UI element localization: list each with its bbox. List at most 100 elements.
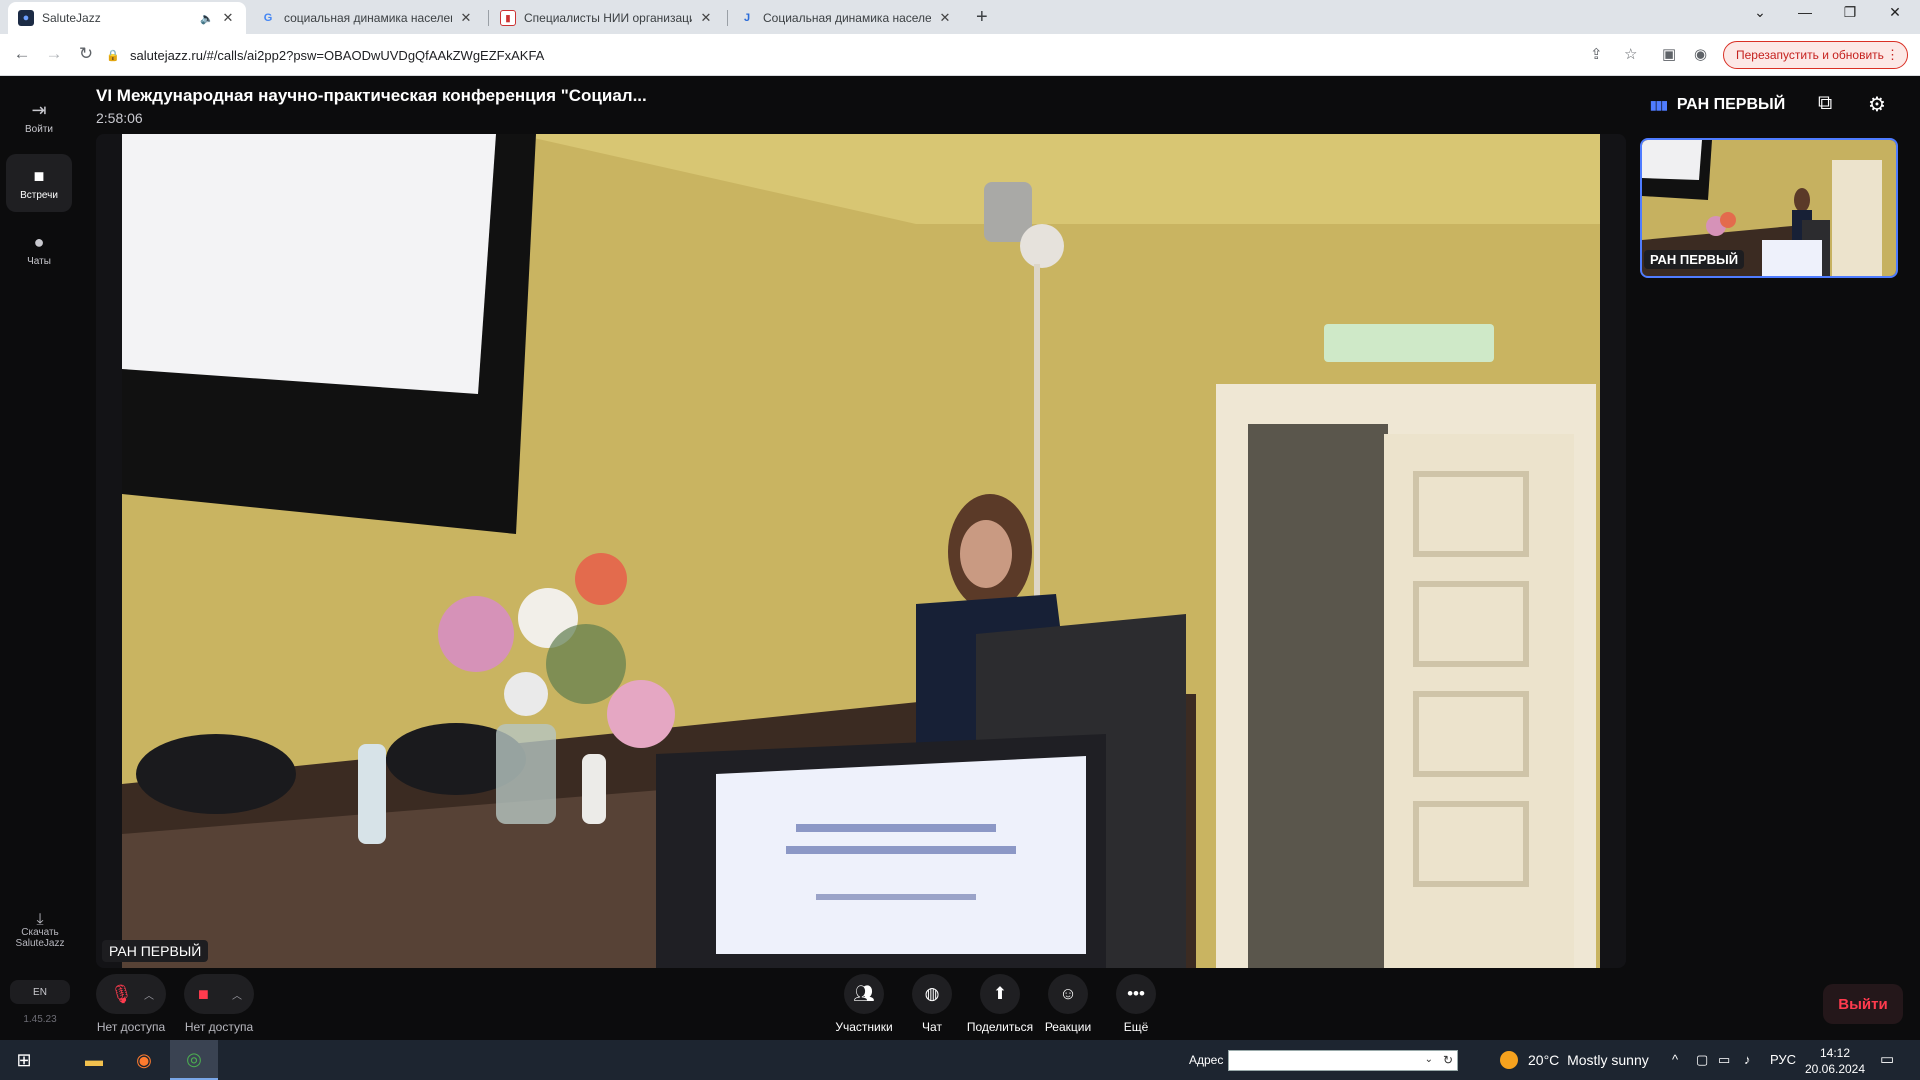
left-rail: ⇥ Войти ■ Встречи ● Чаты ⤓ Скачать Salut… bbox=[0, 76, 80, 1040]
close-tab-icon[interactable]: ✕ bbox=[937, 10, 953, 26]
system-clock[interactable]: 14:12 20.06.2024 bbox=[1800, 1045, 1870, 1077]
rail-item-meetings[interactable]: ■ Встречи bbox=[6, 154, 72, 212]
share-page-icon[interactable]: ⇪ bbox=[1590, 45, 1603, 63]
tab-title: социальная динамика населения bbox=[284, 11, 452, 25]
tab-title: Социальная динамика населения bbox=[763, 11, 931, 25]
file-explorer-icon[interactable]: ▬ bbox=[70, 1040, 118, 1080]
microphone-status-label: Нет доступа bbox=[96, 1020, 166, 1034]
url-text: salutejazz.ru/#/calls/ai2pp2?psw=OBAODwU… bbox=[130, 47, 545, 63]
language-switch[interactable]: EN bbox=[10, 980, 70, 1004]
document-icon: ▮ bbox=[500, 10, 516, 26]
network-icon[interactable]: ▭ bbox=[1718, 1052, 1730, 1068]
j-icon: J bbox=[743, 12, 751, 24]
video-participant-name: РАН ПЕРВЫЙ bbox=[102, 940, 209, 962]
download-label-app: SaluteJazz bbox=[15, 938, 65, 949]
weather-temperature: 20°C bbox=[1528, 1052, 1560, 1068]
address-toolbar-label: Адрес bbox=[1189, 1053, 1224, 1067]
thumbnail-participant-name: РАН ПЕРВЫЙ bbox=[1644, 250, 1745, 269]
leave-call-button[interactable]: Выйти bbox=[1823, 984, 1903, 1024]
windows-taskbar: ⊞ ▬ ◉ ◎ Адрес ⌄ ↻ 20°C Mostly sunny ^ ▢ … bbox=[0, 1040, 1920, 1080]
more-control[interactable]: ••• Ещё bbox=[1096, 974, 1176, 1034]
microphone-off-icon: 🎙︎ bbox=[110, 983, 133, 1004]
download-icon: ⤓ bbox=[36, 911, 44, 928]
rail-item-chats[interactable]: ● Чаты bbox=[6, 220, 72, 278]
participants-icon: 👥︎ bbox=[844, 974, 884, 1014]
microphone-button[interactable]: 🎙︎ ︿ bbox=[96, 974, 166, 1014]
login-icon: ⇥ bbox=[31, 99, 47, 120]
weather-description: Mostly sunny bbox=[1567, 1052, 1649, 1068]
more-icon: ••• bbox=[1116, 974, 1156, 1014]
notifications-icon[interactable]: ▭ bbox=[1880, 1050, 1894, 1068]
active-speaker-indicator: ▮▮▮ РАН ПЕРВЫЙ bbox=[1650, 96, 1785, 114]
volume-icon[interactable]: ♪ bbox=[1744, 1052, 1751, 1067]
chat-label: Чат bbox=[922, 1020, 942, 1034]
video-camera-icon: ■ bbox=[33, 165, 45, 186]
weather-widget[interactable]: 20°C Mostly sunny bbox=[1500, 1051, 1649, 1069]
tab-salutejazz[interactable]: ● SaluteJazz 🔈 ✕ bbox=[8, 2, 246, 34]
relaunch-update-button[interactable]: Перезапустить и обновить ⋮ bbox=[1723, 41, 1908, 69]
new-tab-button[interactable]: + bbox=[976, 6, 988, 29]
browser-tab-strip: ● SaluteJazz 🔈 ✕ G социальная динамика н… bbox=[0, 0, 1920, 34]
chevron-up-icon[interactable]: ︿ bbox=[144, 987, 154, 1002]
go-refresh-icon[interactable]: ↻ bbox=[1443, 1053, 1453, 1067]
meet-now-icon[interactable]: ▢ bbox=[1696, 1052, 1708, 1068]
reactions-label: Реакции bbox=[1044, 1020, 1092, 1034]
menu-dots-icon[interactable]: ⋮ bbox=[1886, 47, 1899, 63]
bookmark-star-icon[interactable]: ☆ bbox=[1624, 45, 1637, 63]
side-panel-icon[interactable]: ▣ bbox=[1662, 45, 1676, 63]
close-tab-icon[interactable]: ✕ bbox=[220, 10, 236, 26]
conference-room-video-frame bbox=[96, 134, 1626, 968]
tab-google-search[interactable]: G социальная динамика населения ✕ bbox=[250, 2, 484, 34]
chevron-up-icon[interactable]: ︿ bbox=[232, 987, 242, 1002]
chevron-down-icon[interactable]: ⌄ bbox=[1425, 1054, 1433, 1065]
tab-specialists[interactable]: ▮ Специалисты НИИ организации ✕ bbox=[490, 2, 724, 34]
share-label: Поделиться bbox=[966, 1020, 1034, 1034]
clock-date: 20.06.2024 bbox=[1804, 1062, 1866, 1076]
rail-item-label: Чаты bbox=[27, 255, 51, 267]
windows-start-icon[interactable]: ⊞ bbox=[0, 1040, 48, 1080]
chat-icon: ◍ bbox=[912, 974, 952, 1014]
audio-level-icon: ▮▮▮ bbox=[1650, 98, 1668, 112]
camera-control: ■ ︿ Нет доступа bbox=[184, 974, 254, 1034]
forward-arrow-icon[interactable]: → bbox=[42, 44, 66, 64]
rail-item-login[interactable]: ⇥ Войти bbox=[6, 88, 72, 146]
camera-off-icon: ■ bbox=[198, 983, 209, 1004]
browser-toolbar: ← → ↻ 🔒 salutejazz.ru/#/calls/ai2pp2?psw… bbox=[0, 34, 1920, 76]
reload-icon[interactable]: ↻ bbox=[74, 44, 98, 64]
active-speaker-name: РАН ПЕРВЫЙ bbox=[1676, 96, 1786, 113]
restore-window-icon[interactable]: ❐ bbox=[1830, 4, 1870, 21]
tray-expand-icon[interactable]: ^ bbox=[1672, 1052, 1678, 1067]
settings-gear-icon[interactable]: ⚙ bbox=[1868, 92, 1886, 117]
clock-time: 14:12 bbox=[1819, 1046, 1851, 1060]
tab-search-icon[interactable]: ⌄ bbox=[1740, 4, 1780, 21]
tab-social-dynamics[interactable]: J Социальная динамика населения ✕ bbox=[729, 2, 963, 34]
address-toolbar-input[interactable]: ⌄ ↻ bbox=[1228, 1050, 1458, 1071]
address-bar[interactable]: 🔒 salutejazz.ru/#/calls/ai2pp2?psw=OBAOD… bbox=[106, 41, 1676, 69]
profile-icon[interactable]: ◉ bbox=[1694, 45, 1707, 63]
microphone-control: 🎙︎ ︿ Нет доступа bbox=[96, 974, 166, 1034]
close-window-icon[interactable]: ✕ bbox=[1875, 4, 1915, 21]
weather-sun-icon bbox=[1500, 1051, 1518, 1069]
close-tab-icon[interactable]: ✕ bbox=[698, 10, 714, 26]
salutejazz-icon: ● bbox=[18, 10, 34, 26]
conference-title: VI Международная научно-практическая кон… bbox=[96, 86, 647, 105]
firefox-icon[interactable]: ◉ bbox=[120, 1040, 168, 1080]
app-version: 1.45.23 bbox=[23, 1014, 57, 1025]
tab-title: Специалисты НИИ организации bbox=[524, 11, 692, 25]
back-arrow-icon[interactable]: ← bbox=[10, 44, 34, 64]
minimize-window-icon[interactable]: — bbox=[1785, 4, 1825, 20]
camera-status-label: Нет доступа bbox=[184, 1020, 254, 1034]
close-tab-icon[interactable]: ✕ bbox=[458, 10, 474, 26]
tab-divider bbox=[488, 10, 489, 26]
rail-item-label: Войти bbox=[25, 123, 53, 135]
google-icon: G bbox=[263, 12, 273, 24]
chat-bubble-icon: ● bbox=[33, 231, 45, 252]
input-language[interactable]: РУС bbox=[1770, 1052, 1796, 1067]
layout-toggle-icon[interactable]: ⧉ bbox=[1818, 92, 1832, 115]
lock-icon: 🔒 bbox=[106, 49, 120, 62]
chrome-icon[interactable]: ◎ bbox=[170, 1040, 218, 1080]
speaker-icon[interactable]: 🔈 bbox=[200, 12, 214, 25]
download-app-button[interactable]: ⤓ Скачать SaluteJazz bbox=[4, 911, 76, 950]
camera-button[interactable]: ■ ︿ bbox=[184, 974, 254, 1014]
emoji-icon: ☺ bbox=[1048, 974, 1088, 1014]
